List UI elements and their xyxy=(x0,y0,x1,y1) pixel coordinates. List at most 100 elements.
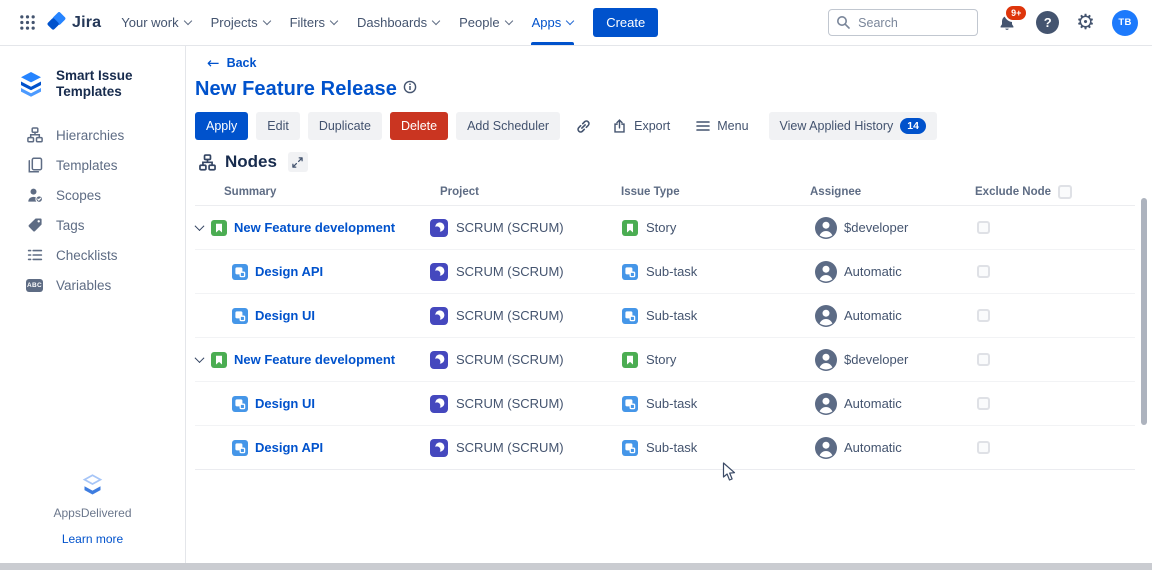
assignee-name: $developer xyxy=(844,352,908,367)
chevron-down-icon xyxy=(566,16,574,24)
templates-copy-icon xyxy=(26,157,43,174)
exclude-node-checkbox[interactable] xyxy=(977,265,990,278)
table-vertical-scrollbar[interactable] xyxy=(1141,198,1147,425)
notifications-count-badge: 9+ xyxy=(1004,4,1028,22)
sidebar-item-hierarchies[interactable]: Hierarchies xyxy=(0,120,185,150)
nav-your-work[interactable]: Your work xyxy=(111,0,200,45)
copy-link-button[interactable] xyxy=(569,112,597,140)
export-icon xyxy=(612,118,627,134)
column-header-project: Project xyxy=(425,186,620,198)
info-icon[interactable] xyxy=(403,80,417,94)
issue-type-name: Sub-task xyxy=(646,440,697,455)
subtask-issue-icon xyxy=(622,264,638,280)
story-issue-icon xyxy=(211,220,227,236)
summary-link[interactable]: Design API xyxy=(255,440,323,455)
delete-button[interactable]: Delete xyxy=(390,112,448,140)
issue-type-name: Story xyxy=(646,220,676,235)
project-avatar-icon xyxy=(430,307,448,325)
story-issue-icon xyxy=(622,220,638,236)
collapse-row-chevron-icon[interactable] xyxy=(195,353,205,363)
search-input[interactable] xyxy=(828,9,978,36)
menu-button[interactable]: Menu xyxy=(690,112,754,140)
back-link[interactable]: ← Back xyxy=(207,54,256,72)
nav-dashboards[interactable]: Dashboards xyxy=(347,0,449,45)
assignee-name: Automatic xyxy=(844,308,902,323)
summary-link[interactable]: Design UI xyxy=(255,308,315,323)
top-navigation-bar: Jira Your work Projects Filters Dashboar… xyxy=(0,0,1152,46)
assignee-avatar-icon xyxy=(815,437,837,459)
sidebar-item-variables[interactable]: ABC Variables xyxy=(0,270,185,300)
column-header-assignee: Assignee xyxy=(810,186,975,198)
summary-link[interactable]: Design API xyxy=(255,264,323,279)
exclude-node-checkbox[interactable] xyxy=(977,221,990,234)
assignee-name: Automatic xyxy=(844,264,902,279)
subtask-issue-icon xyxy=(232,308,248,324)
user-avatar[interactable]: TB xyxy=(1112,10,1138,36)
exclude-node-checkbox[interactable] xyxy=(977,397,990,410)
assignee-avatar-icon xyxy=(815,217,837,239)
nav-people[interactable]: People xyxy=(449,0,521,45)
appsdelivered-brand-text: AppsDelivered xyxy=(0,506,185,520)
sidebar-app-header: Smart Issue Templates xyxy=(16,68,185,100)
summary-link[interactable]: New Feature development xyxy=(234,220,395,235)
project-name: SCRUM (SCRUM) xyxy=(456,220,564,235)
sidebar-item-templates[interactable]: Templates xyxy=(0,150,185,180)
nav-filters[interactable]: Filters xyxy=(280,0,347,45)
exclude-node-checkbox[interactable] xyxy=(977,353,990,366)
duplicate-button[interactable]: Duplicate xyxy=(308,112,382,140)
search-icon xyxy=(836,15,850,29)
assignee-avatar-icon xyxy=(815,349,837,371)
assignee-name: $developer xyxy=(844,220,908,235)
topbar-right-controls: 9+ ? ⚙ TB xyxy=(828,9,1138,36)
assignee-avatar-icon xyxy=(815,305,837,327)
add-scheduler-button[interactable]: Add Scheduler xyxy=(456,112,560,140)
issue-type-name: Sub-task xyxy=(646,264,697,279)
summary-link[interactable]: Design UI xyxy=(255,396,315,411)
summary-link[interactable]: New Feature development xyxy=(234,352,395,367)
search-box xyxy=(828,9,978,36)
jira-logo-text: Jira xyxy=(72,14,101,32)
nodes-table: Summary Project Issue Type Assignee Excl… xyxy=(195,178,1135,470)
edit-button[interactable]: Edit xyxy=(256,112,300,140)
appsdelivered-logo-icon xyxy=(0,473,185,498)
exclude-node-checkbox[interactable] xyxy=(977,441,990,454)
export-button[interactable]: Export xyxy=(606,112,676,140)
collapse-row-chevron-icon[interactable] xyxy=(195,221,205,231)
view-applied-history-button[interactable]: View Applied History 14 xyxy=(769,112,937,140)
sidebar-item-tags[interactable]: Tags xyxy=(0,210,185,240)
assignee-avatar-icon xyxy=(815,261,837,283)
project-name: SCRUM (SCRUM) xyxy=(456,396,564,411)
expand-diagonal-icon xyxy=(292,157,303,168)
notifications-bell-icon[interactable]: 9+ xyxy=(995,11,1019,35)
nav-projects[interactable]: Projects xyxy=(201,0,280,45)
back-arrow-icon: ← xyxy=(207,54,220,72)
exclude-all-checkbox[interactable] xyxy=(1058,185,1072,199)
assignee-name: Automatic xyxy=(844,440,902,455)
apply-button[interactable]: Apply xyxy=(195,112,248,140)
sidebar-footer: AppsDelivered Learn more xyxy=(0,473,185,546)
project-name: SCRUM (SCRUM) xyxy=(456,440,564,455)
project-avatar-icon xyxy=(430,219,448,237)
jira-logo[interactable]: Jira xyxy=(46,12,101,33)
project-avatar-icon xyxy=(430,395,448,413)
window-bottom-edge xyxy=(0,563,1152,570)
sidebar-item-scopes[interactable]: Scopes xyxy=(0,180,185,210)
sidebar-item-checklists[interactable]: Checklists xyxy=(0,240,185,270)
app-switcher-icon[interactable] xyxy=(12,8,42,38)
mouse-cursor xyxy=(722,462,737,482)
page-title: New Feature Release xyxy=(195,78,397,101)
assignee-avatar-icon xyxy=(815,393,837,415)
expand-nodes-button[interactable] xyxy=(288,152,308,172)
chevron-down-icon xyxy=(504,16,512,24)
help-icon[interactable]: ? xyxy=(1036,11,1059,34)
tag-icon xyxy=(26,217,43,234)
chevron-down-icon xyxy=(330,16,338,24)
hamburger-menu-icon xyxy=(696,120,710,132)
exclude-node-checkbox[interactable] xyxy=(977,309,990,322)
create-button[interactable]: Create xyxy=(593,8,658,37)
table-row: Design API SCRUM (SCRUM) Sub-task xyxy=(195,426,1135,470)
settings-gear-icon[interactable]: ⚙ xyxy=(1076,12,1095,33)
learn-more-link[interactable]: Learn more xyxy=(0,532,185,546)
table-header-row: Summary Project Issue Type Assignee Excl… xyxy=(195,178,1135,206)
nav-apps[interactable]: Apps xyxy=(522,0,584,45)
